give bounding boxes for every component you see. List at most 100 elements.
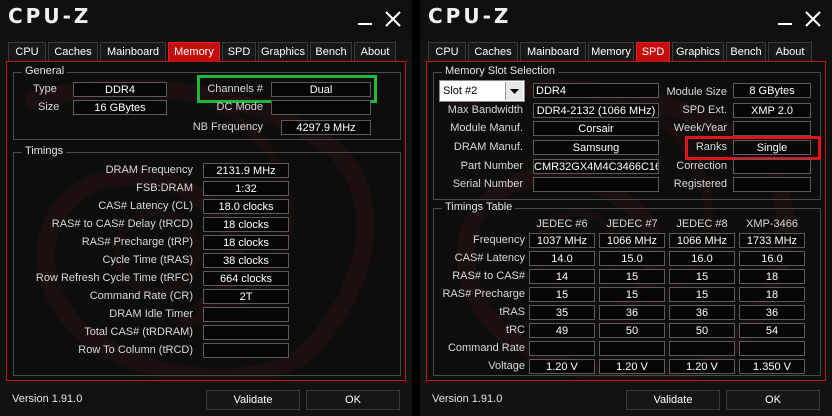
version-label: Version 1.91.0 <box>12 393 83 405</box>
tab-spd[interactable]: SPD <box>636 42 670 61</box>
type-label: Type <box>33 83 57 95</box>
spd-panel: Memory Slot Selection Slot #2 DDR4 Modul… <box>426 61 826 381</box>
tab-memory[interactable]: Memory <box>588 42 634 61</box>
timings-cell: 16.0 <box>739 251 805 266</box>
timings-cell: 15 <box>599 287 665 302</box>
timing-label: RAS# to CAS# Delay (tRCD) <box>51 218 193 230</box>
timings-cell: 54 <box>739 323 805 338</box>
timings-cell: 1.20 V <box>529 359 595 374</box>
timing-label: Row Refresh Cycle Time (tRFC) <box>35 272 193 284</box>
dram-manuf-label: DRAM Manuf. <box>453 141 523 153</box>
ranks-highlight <box>685 136 821 160</box>
module-size-value: 8 GBytes <box>733 83 811 98</box>
timings-cell: 15 <box>529 287 595 302</box>
registered-value <box>733 177 811 192</box>
title-bar: CPU-Z <box>420 0 832 38</box>
minimize-icon[interactable] <box>776 10 794 28</box>
spd-ext-value: XMP 2.0 <box>733 103 811 118</box>
timings-row-label: RAS# Precharge <box>442 288 525 300</box>
week-year-label: Week/Year <box>673 122 727 134</box>
tab-about[interactable]: About <box>768 42 812 61</box>
max-bandwidth-value: DDR4-2132 (1066 MHz) <box>533 103 659 118</box>
week-year-value <box>733 121 811 136</box>
correction-value <box>733 159 811 174</box>
serial-number-value <box>533 177 659 192</box>
tab-cpu[interactable]: CPU <box>8 42 46 61</box>
size-value: 16 GBytes <box>73 100 167 115</box>
timings-title: Timings <box>22 145 67 157</box>
ok-button[interactable]: OK <box>726 390 820 410</box>
timing-value: 18 clocks <box>203 217 289 232</box>
tab-graphics[interactable]: Graphics <box>672 42 724 61</box>
tab-cpu[interactable]: CPU <box>428 42 466 61</box>
size-label: Size <box>38 101 60 113</box>
timings-cell <box>599 341 665 356</box>
timings-cell: 36 <box>669 305 735 320</box>
timings-row-label: tRC <box>506 324 525 336</box>
tab-mainboard[interactable]: Mainboard <box>100 42 166 61</box>
app-title: CPU-Z <box>428 4 512 28</box>
tab-mainboard[interactable]: Mainboard <box>520 42 586 61</box>
dropdown-arrow-icon[interactable] <box>505 82 523 100</box>
timing-value <box>203 343 289 358</box>
timings-cell: 50 <box>669 323 735 338</box>
tab-bench[interactable]: Bench <box>310 42 352 61</box>
timing-value: 2T <box>203 289 289 304</box>
validate-button[interactable]: Validate <box>626 390 720 410</box>
tab-about[interactable]: About <box>354 42 396 61</box>
timings-cell: 14 <box>529 269 595 284</box>
close-icon[interactable] <box>384 10 402 28</box>
timing-value: 38 clocks <box>203 253 289 268</box>
timings-column-header: XMP-3466 <box>746 218 798 230</box>
tab-graphics[interactable]: Graphics <box>258 42 308 61</box>
slot-select[interactable]: Slot #2 <box>439 80 525 102</box>
validate-button[interactable]: Validate <box>206 390 300 410</box>
tab-caches[interactable]: Caches <box>468 42 518 61</box>
timings-cell: 15 <box>599 269 665 284</box>
spd-ext-label: SPD Ext. <box>682 104 727 116</box>
part-number-value: CMR32GX4M4C3466C16 <box>533 159 659 174</box>
bottom-bar: Version 1.91.0 Validate OK <box>420 384 832 416</box>
timings-row-label: Command Rate <box>447 342 525 354</box>
slot-selection-title: Memory Slot Selection <box>442 65 559 77</box>
bottom-bar: Version 1.91.0 Validate OK <box>0 384 412 416</box>
dram-manuf-value: Samsung <box>533 140 659 155</box>
cpuz-spd-window: CPU-Z CPU Caches Mainboard Memory SPD Gr… <box>420 0 832 416</box>
timings-column-header: JEDEC #7 <box>606 218 658 230</box>
timings-cell: 16.0 <box>669 251 735 266</box>
ok-button[interactable]: OK <box>306 390 400 410</box>
memory-panel: General Type DDR4 Size 16 GBytes Channel… <box>6 61 406 381</box>
timings-cell: 49 <box>529 323 595 338</box>
timings-cell: 50 <box>599 323 665 338</box>
timing-label: Command Rate (CR) <box>89 290 193 302</box>
timing-value <box>203 307 289 322</box>
tab-memory[interactable]: Memory <box>168 42 220 61</box>
minimize-icon[interactable] <box>356 10 374 28</box>
tab-spd[interactable]: SPD <box>222 42 256 61</box>
timings-cell <box>739 341 805 356</box>
close-icon[interactable] <box>804 10 822 28</box>
timing-value: 2131.9 MHz <box>203 163 289 178</box>
timing-value: 664 clocks <box>203 271 289 286</box>
timing-value <box>203 325 289 340</box>
part-number-label: Part Number <box>460 160 523 172</box>
timings-cell: 1.20 V <box>599 359 665 374</box>
timings-row-label: Frequency <box>473 234 525 246</box>
tab-bench[interactable]: Bench <box>726 42 766 61</box>
timings-cell <box>669 341 735 356</box>
dc-mode-label: DC Mode <box>216 101 263 113</box>
tab-caches[interactable]: Caches <box>48 42 98 61</box>
spd-type-value: DDR4 <box>533 83 659 98</box>
timings-column-header: JEDEC #6 <box>536 218 588 230</box>
correction-label: Correction <box>676 160 727 172</box>
timings-cell: 36 <box>739 305 805 320</box>
timings-row-label: tRAS <box>499 306 525 318</box>
timing-label: Cycle Time (tRAS) <box>102 254 193 266</box>
timings-row-label: RAS# to CAS# <box>452 270 525 282</box>
app-title: CPU-Z <box>8 4 92 28</box>
version-label: Version 1.91.0 <box>432 393 503 405</box>
timings-cell: 1066 MHz <box>669 233 735 248</box>
timing-label: RAS# Precharge (tRP) <box>81 236 193 248</box>
module-size-label: Module Size <box>666 86 727 98</box>
timings-cell: 1.20 V <box>669 359 735 374</box>
